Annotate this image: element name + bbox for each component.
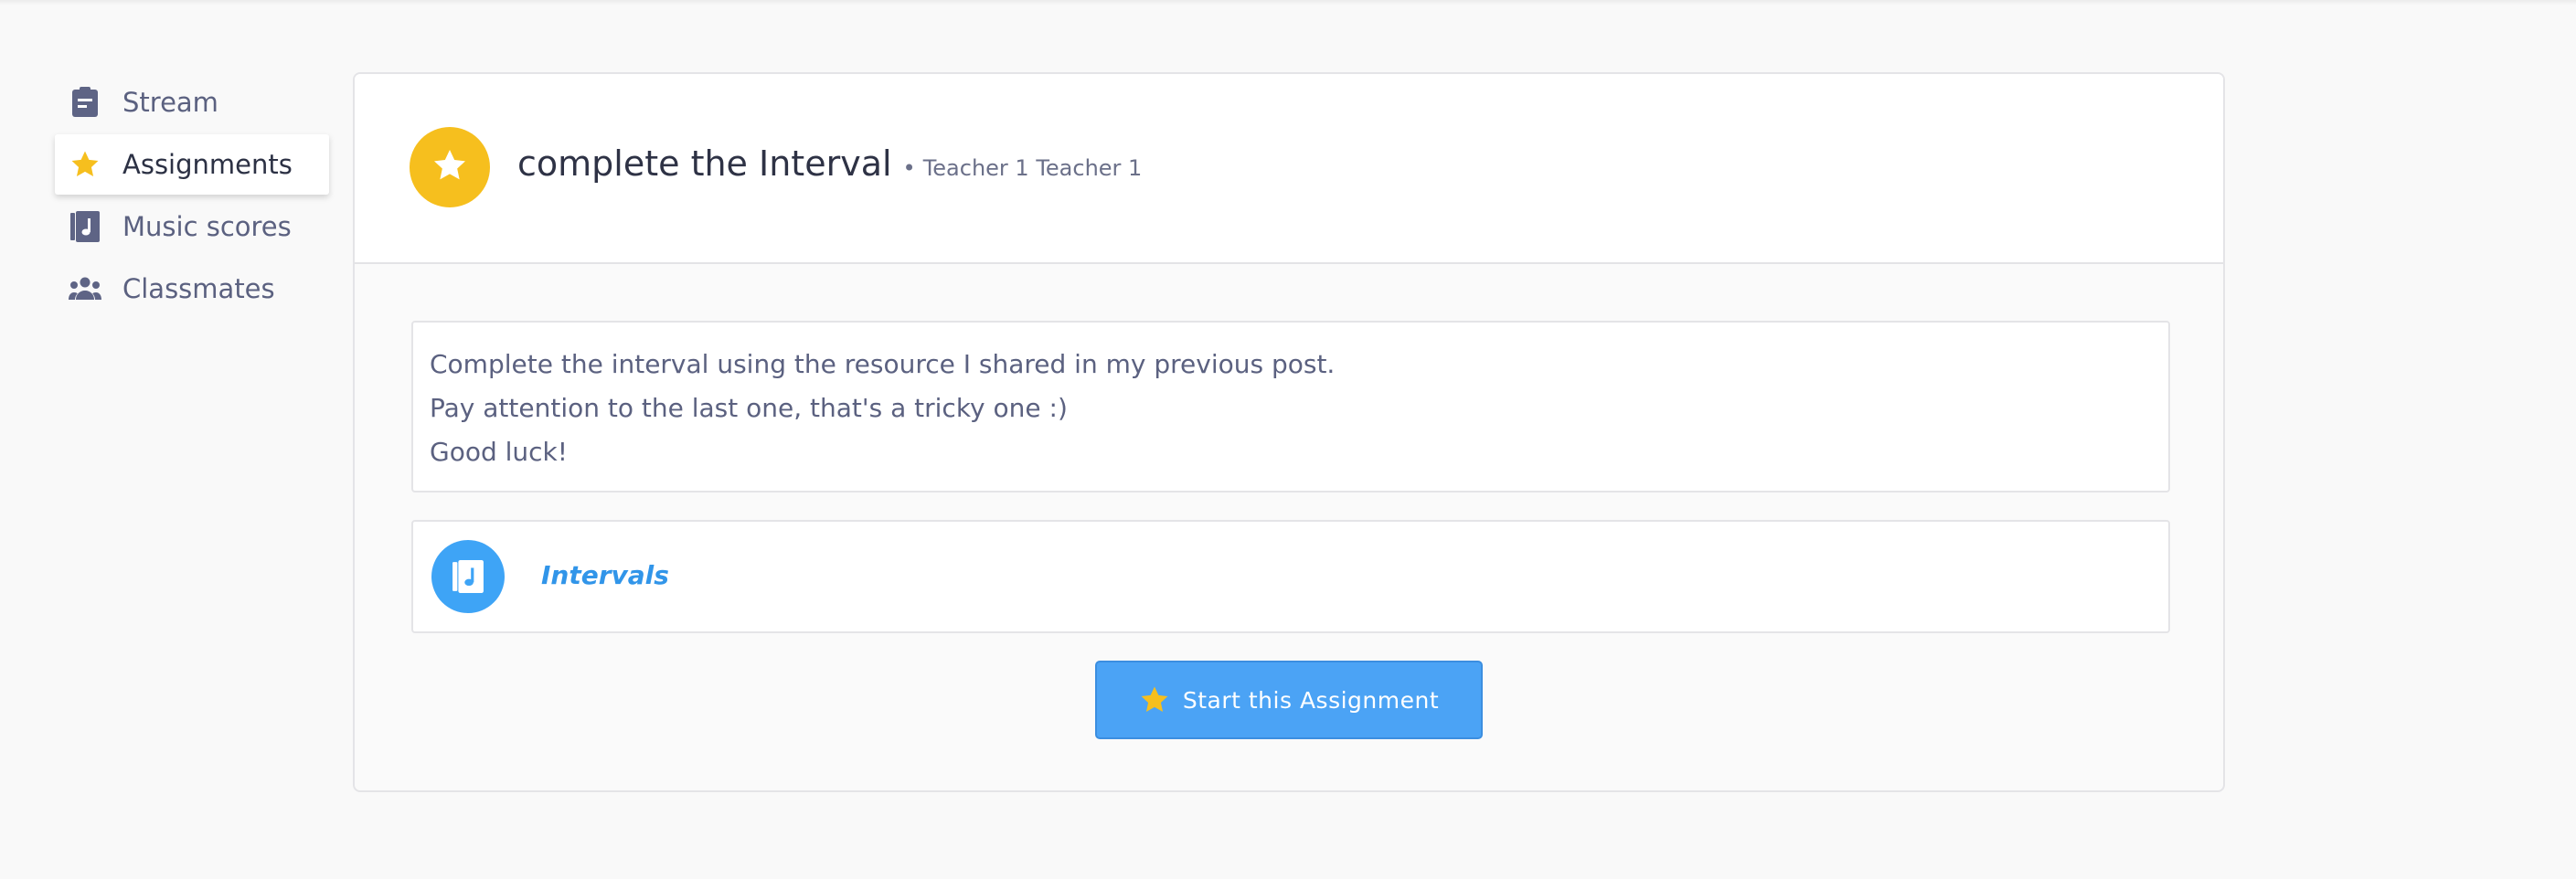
assignment-header: complete the Interval • Teacher 1 Teache… bbox=[355, 74, 2223, 264]
star-icon bbox=[431, 147, 468, 187]
star-icon bbox=[68, 147, 102, 182]
author-name: Teacher 1 Teacher 1 bbox=[922, 155, 1143, 181]
people-icon bbox=[68, 271, 102, 306]
separator-dot: • bbox=[902, 155, 916, 181]
assignment-title-row: complete the Interval • Teacher 1 Teache… bbox=[517, 143, 1142, 184]
music-book-icon bbox=[68, 209, 102, 244]
sidebar-item-classmates[interactable]: Classmates bbox=[55, 259, 329, 319]
sidebar-item-assignments[interactable]: Assignments bbox=[55, 134, 329, 195]
clipboard-icon bbox=[68, 85, 102, 120]
assignment-card: complete the Interval • Teacher 1 Teache… bbox=[353, 72, 2225, 792]
resource-link[interactable]: Intervals bbox=[541, 560, 669, 590]
start-assignment-button[interactable]: Start this Assignment bbox=[1095, 661, 1483, 739]
description-line: Complete the interval using the resource… bbox=[430, 349, 1336, 379]
sidebar-item-music-scores[interactable]: Music scores bbox=[55, 196, 329, 257]
top-bar-shadow bbox=[0, 0, 2576, 5]
page-title: complete the Interval bbox=[517, 143, 892, 184]
star-icon bbox=[1139, 684, 1170, 715]
resource-attachment[interactable]: Intervals bbox=[411, 520, 2170, 633]
sidebar: Stream Assignments Music scores Classmat… bbox=[55, 72, 329, 321]
assignment-description: Complete the interval using the resource… bbox=[411, 321, 2170, 492]
sidebar-item-stream[interactable]: Stream bbox=[55, 72, 329, 132]
start-assignment-label: Start this Assignment bbox=[1182, 686, 1440, 714]
sidebar-item-label: Music scores bbox=[122, 211, 292, 242]
sidebar-item-label: Classmates bbox=[122, 273, 275, 304]
sidebar-item-label: Assignments bbox=[122, 149, 293, 180]
description-line: Pay attention to the last one, that's a … bbox=[430, 393, 1068, 423]
description-line: Good luck! bbox=[430, 437, 568, 467]
music-book-icon bbox=[431, 540, 505, 613]
sidebar-item-label: Stream bbox=[122, 87, 218, 118]
assignment-star-avatar bbox=[410, 127, 490, 207]
